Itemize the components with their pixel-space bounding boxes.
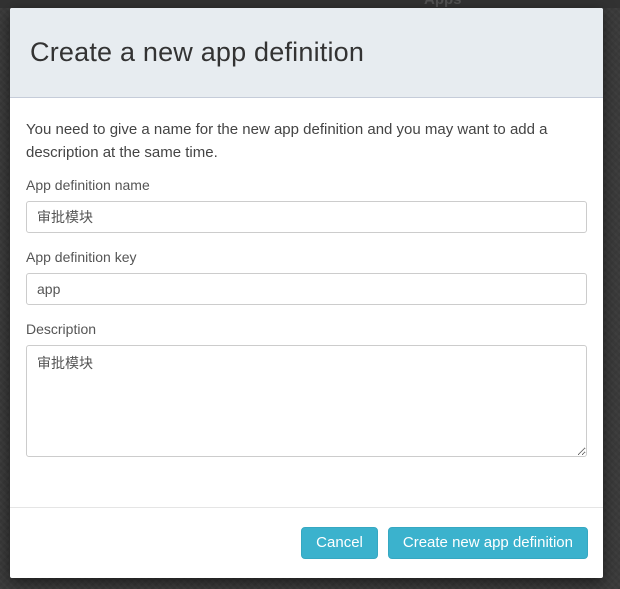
background-nav-apps-label: Apps [424,0,462,8]
app-key-label: App definition key [26,249,587,265]
dialog-header: Create a new app definition [10,8,603,98]
app-name-label: App definition name [26,177,587,193]
description-textarea[interactable]: 审批模块 [26,345,587,457]
description-label: Description [26,321,587,337]
dialog-footer: Cancel Create new app definition [10,507,603,578]
dialog-body: You need to give a name for the new app … [10,98,603,507]
description-field-group: Description 审批模块 [26,321,587,457]
cancel-button[interactable]: Cancel [301,527,378,559]
background-top-bar: Apps [0,0,620,8]
app-name-field-group: App definition name [26,177,587,233]
screen-backdrop: { "backdrop": { "nav_text": "Apps" }, "m… [0,0,620,589]
dialog-title: Create a new app definition [30,37,364,68]
dialog-intro-text: You need to give a name for the new app … [26,119,581,164]
app-key-field-group: App definition key [26,249,587,305]
app-key-input[interactable] [26,273,587,305]
create-app-definition-dialog: Create a new app definition You need to … [10,8,603,578]
create-new-app-definition-button[interactable]: Create new app definition [388,527,588,559]
app-name-input[interactable] [26,201,587,233]
